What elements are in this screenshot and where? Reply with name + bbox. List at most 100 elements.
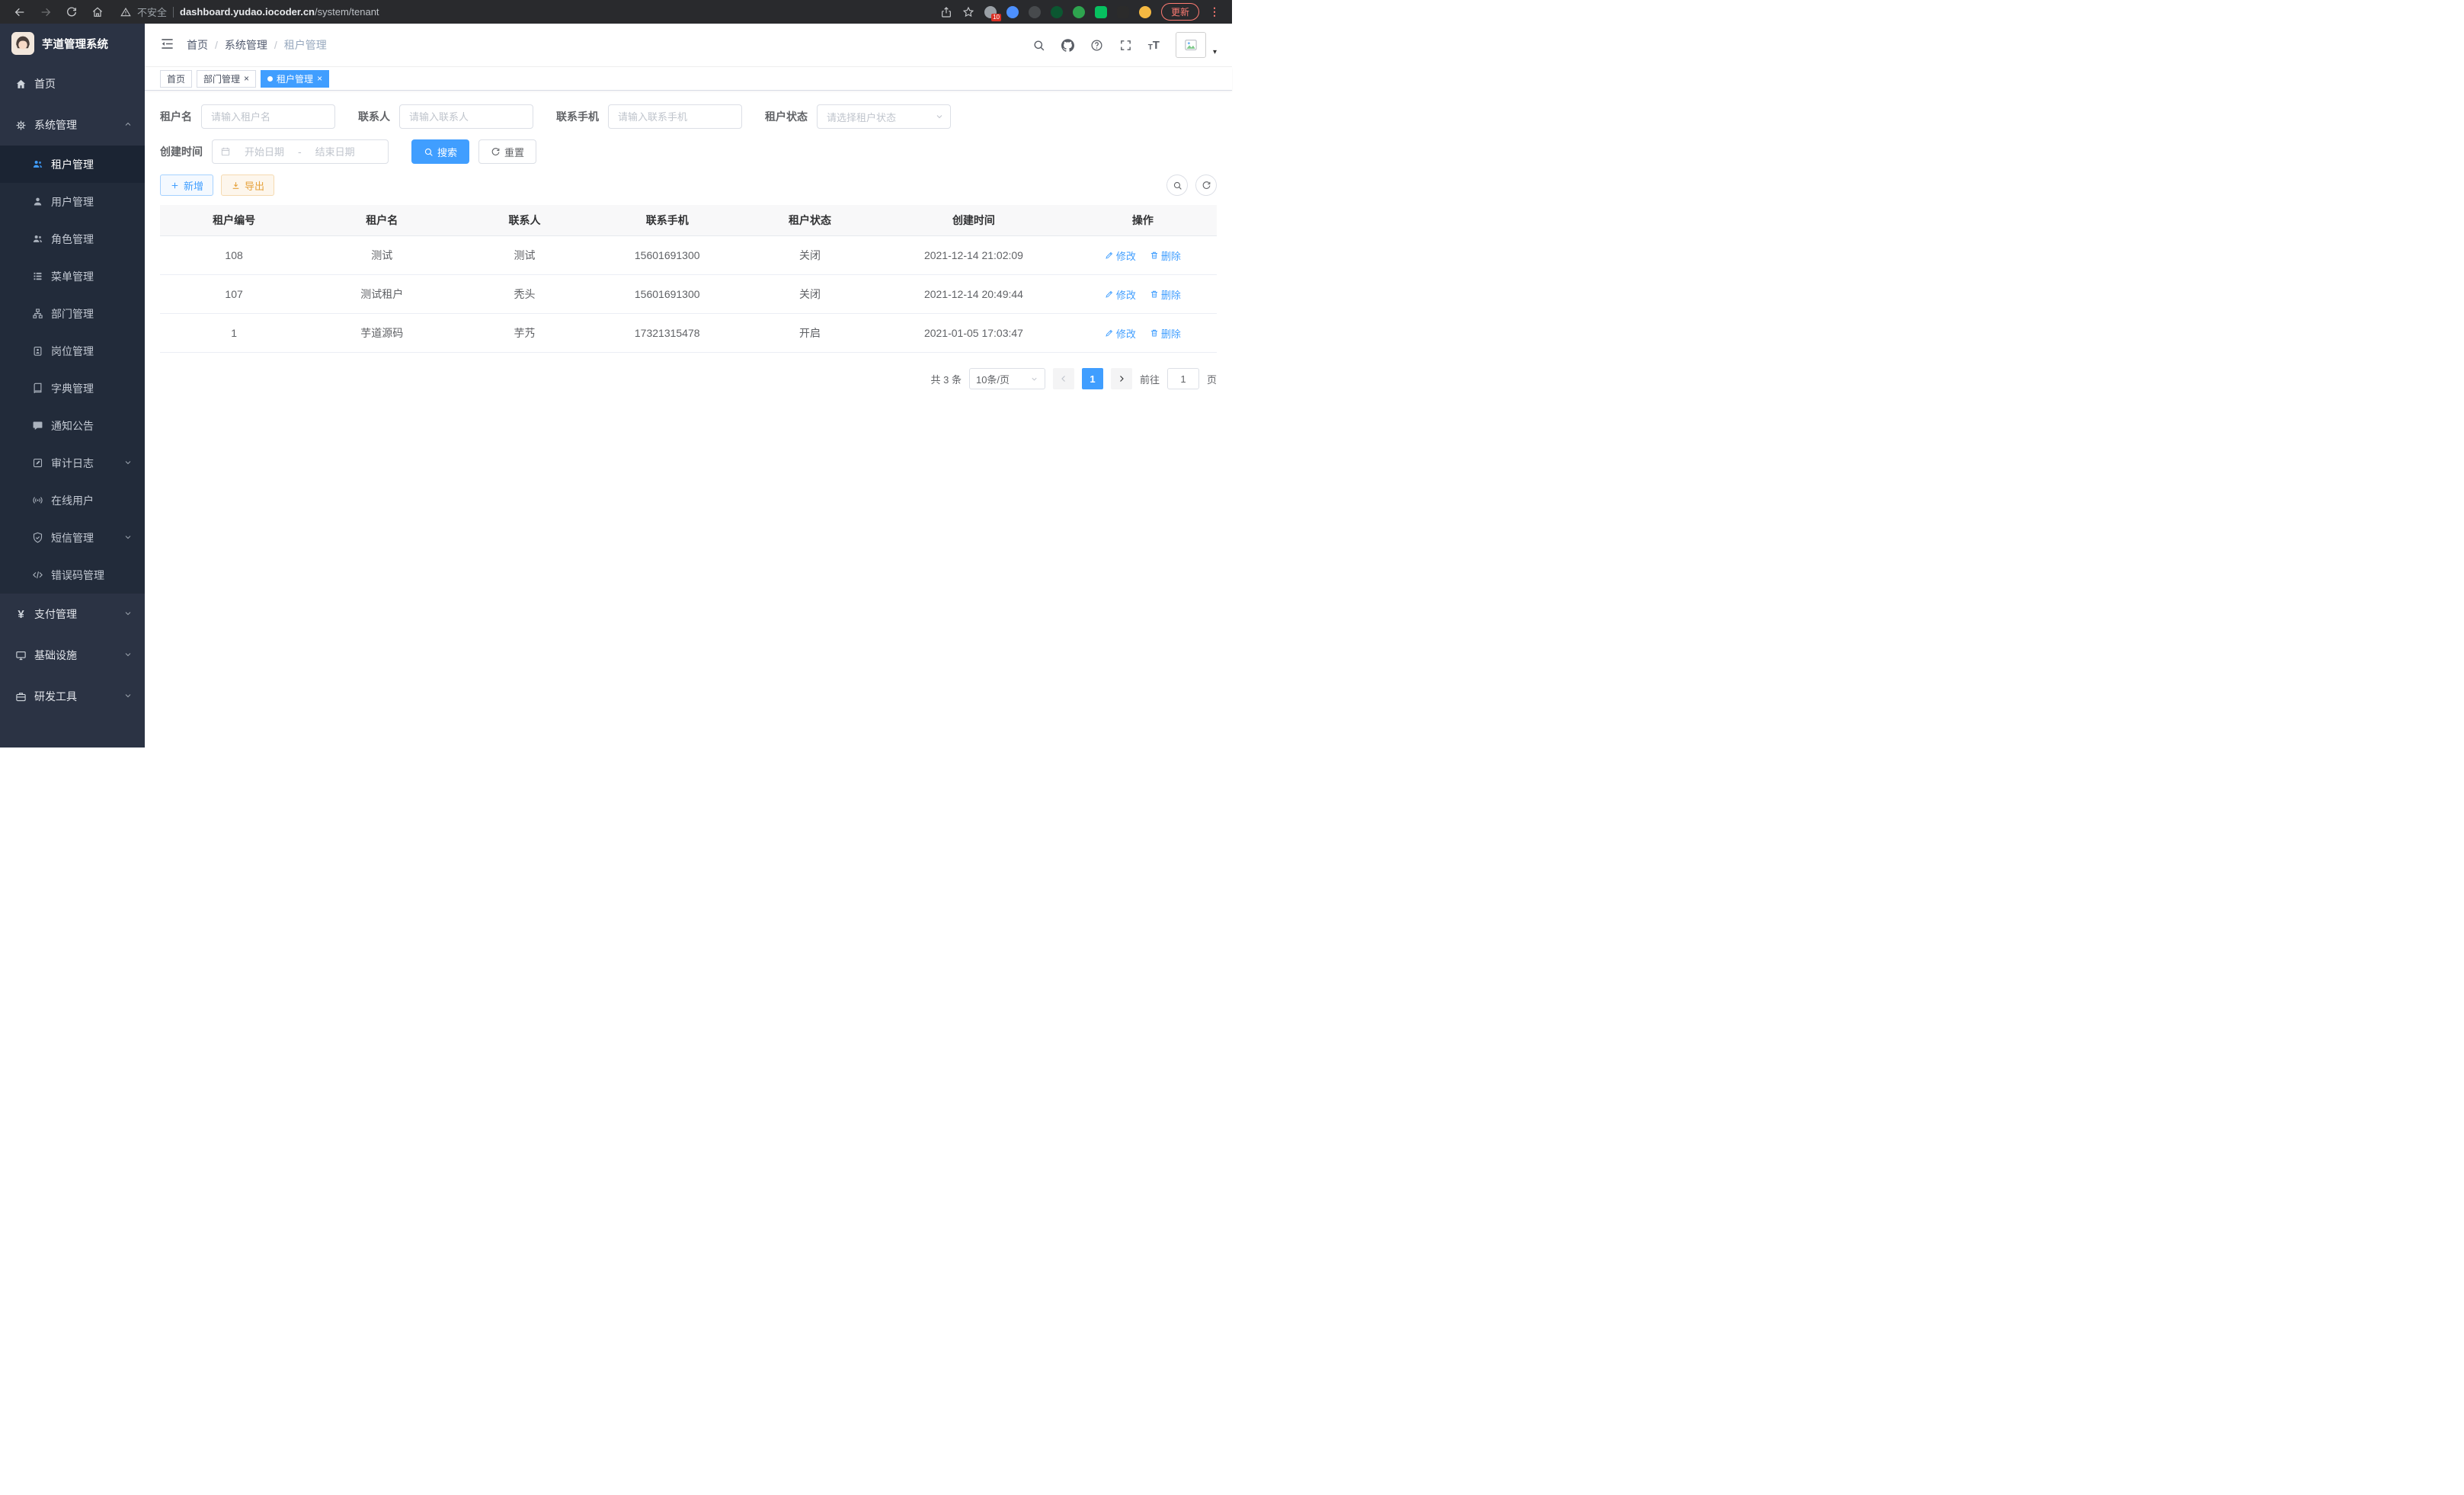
close-icon[interactable]: ×	[244, 74, 249, 83]
breadcrumb-system[interactable]: 系统管理	[225, 37, 267, 53]
bookmark-star-icon[interactable]	[962, 6, 974, 18]
page-size-select[interactable]: 10条/页	[969, 368, 1045, 389]
sidebar-item-error-code[interactable]: 错误码管理	[0, 556, 145, 594]
sidebar-item-dict[interactable]: 字典管理	[0, 370, 145, 407]
sidebar-item-home[interactable]: 首页	[0, 63, 145, 104]
delete-label: 删除	[1161, 287, 1181, 302]
avatar[interactable]	[1176, 32, 1206, 58]
next-page-button[interactable]	[1111, 368, 1132, 389]
extension-icon-1[interactable]: 10	[984, 6, 997, 18]
browser-forward-icon[interactable]	[40, 6, 52, 18]
edit-tenant-link[interactable]: 修改	[1105, 248, 1136, 263]
table-row: 107 测试租户 秃头 15601691300 关闭 2021-12-14 20…	[160, 275, 1217, 314]
tab-dept[interactable]: 部门管理 ×	[197, 70, 256, 88]
cell-actions: 修改 删除	[1069, 275, 1217, 314]
browser-reload-icon[interactable]	[66, 6, 78, 18]
extension-icon-7[interactable]	[1117, 6, 1129, 18]
font-size-icon[interactable]: TT	[1148, 39, 1160, 52]
breadcrumb-separator: /	[215, 39, 218, 51]
sidebar-item-dept[interactable]: 部门管理	[0, 295, 145, 332]
status-select[interactable]: 请选择租户状态	[817, 104, 951, 129]
contact-input[interactable]	[399, 104, 533, 129]
filter-contact: 联系人	[358, 104, 533, 129]
extension-icon-8[interactable]	[1139, 6, 1151, 18]
phone-input[interactable]	[608, 104, 742, 129]
browser-update-button[interactable]: 更新	[1161, 3, 1199, 21]
help-icon[interactable]	[1090, 39, 1103, 52]
caret-down-icon[interactable]: ▾	[1213, 48, 1217, 56]
prev-page-button[interactable]	[1053, 368, 1074, 389]
sidebar-item-role[interactable]: 角色管理	[0, 220, 145, 258]
home-icon	[15, 78, 27, 90]
sidebar-item-infra[interactable]: 基础设施	[0, 635, 145, 676]
sidebar-item-label: 岗位管理	[51, 344, 94, 359]
app-logo-image	[11, 32, 34, 55]
sidebar-item-devtools[interactable]: 研发工具	[0, 676, 145, 717]
current-page-button[interactable]: 1	[1082, 368, 1103, 389]
search-toggle-button[interactable]	[1166, 174, 1188, 196]
goto-page-input[interactable]	[1167, 368, 1199, 389]
search-icon[interactable]	[1032, 39, 1045, 52]
extension-icon-4[interactable]	[1051, 6, 1063, 18]
tenant-name-input[interactable]	[201, 104, 335, 129]
sidebar-item-post[interactable]: 岗位管理	[0, 332, 145, 370]
fullscreen-icon[interactable]	[1119, 39, 1132, 52]
browser-back-icon[interactable]	[14, 6, 26, 18]
edit-icon	[1105, 328, 1114, 338]
add-button[interactable]: 新增	[160, 174, 213, 196]
extension-icon-3[interactable]	[1029, 6, 1041, 18]
sidebar-item-menu[interactable]: 菜单管理	[0, 258, 145, 295]
delete-tenant-link[interactable]: 删除	[1150, 248, 1181, 263]
sidebar-item-audit-log[interactable]: 审计日志	[0, 444, 145, 482]
refresh-button[interactable]	[1195, 174, 1217, 196]
date-range-picker[interactable]: -	[212, 139, 389, 164]
delete-tenant-link[interactable]: 删除	[1150, 326, 1181, 341]
col-phone: 联系手机	[594, 205, 741, 236]
browser-menu-icon[interactable]: ⋮	[1209, 5, 1220, 18]
end-date-input[interactable]	[305, 146, 366, 158]
delete-tenant-link[interactable]: 删除	[1150, 287, 1181, 302]
sidebar-item-tenant[interactable]: 租户管理	[0, 146, 145, 183]
breadcrumb: 首页 / 系统管理 / 租户管理	[187, 37, 327, 53]
browser-home-icon[interactable]	[91, 6, 104, 18]
sidebar-item-user[interactable]: 用户管理	[0, 183, 145, 220]
sidebar-fold-icon[interactable]	[160, 37, 174, 53]
list-icon	[32, 271, 43, 282]
sidebar-item-sms[interactable]: 短信管理	[0, 519, 145, 556]
download-icon	[231, 181, 241, 190]
sidebar-item-system[interactable]: 系统管理	[0, 104, 145, 146]
cell-tenant-id: 1	[160, 314, 308, 353]
extension-icon-2[interactable]	[1006, 6, 1019, 18]
app-logo[interactable]: 芋道管理系统	[0, 24, 145, 63]
search-button-label: 搜索	[437, 145, 457, 159]
edit-tenant-link[interactable]: 修改	[1105, 287, 1136, 302]
tab-home[interactable]: 首页	[160, 70, 192, 88]
github-icon[interactable]	[1061, 39, 1074, 52]
tab-tenant[interactable]: 租户管理 ×	[261, 70, 329, 88]
extension-icon-5[interactable]	[1073, 6, 1085, 18]
filter-row-2: 创建时间 - 搜索 重置	[160, 139, 1217, 164]
search-button[interactable]: 搜索	[411, 139, 469, 164]
cell-tenant-id: 108	[160, 236, 308, 275]
tags-bar: 首页 部门管理 × 租户管理 ×	[145, 67, 1232, 91]
chevron-down-icon	[123, 649, 133, 661]
url-host: dashboard.yudao.iocoder.cn	[180, 6, 315, 18]
extension-icon-6[interactable]	[1095, 6, 1107, 18]
edit-icon	[1105, 290, 1114, 299]
share-icon[interactable]	[940, 6, 952, 18]
edit-tenant-link[interactable]: 修改	[1105, 326, 1136, 341]
start-date-input[interactable]	[234, 146, 295, 158]
sidebar-item-notice[interactable]: 通知公告	[0, 407, 145, 444]
table-row: 1 芋道源码 芋艿 17321315478 开启 2021-01-05 17:0…	[160, 314, 1217, 353]
address-bar[interactable]: 不安全 dashboard.yudao.iocoder.cn/system/te…	[110, 5, 940, 19]
app-title: 芋道管理系统	[42, 36, 108, 52]
export-button[interactable]: 导出	[221, 174, 274, 196]
table-header-row: 租户编号 租户名 联系人 联系手机 租户状态 创建时间 操作	[160, 205, 1217, 236]
close-icon[interactable]: ×	[317, 74, 322, 83]
reset-button[interactable]: 重置	[478, 139, 536, 164]
filter-create-time: 创建时间 -	[160, 139, 389, 164]
sidebar-item-pay[interactable]: ¥ 支付管理	[0, 594, 145, 635]
log-icon	[32, 457, 43, 469]
breadcrumb-home[interactable]: 首页	[187, 37, 208, 53]
sidebar-item-online-user[interactable]: 在线用户	[0, 482, 145, 519]
